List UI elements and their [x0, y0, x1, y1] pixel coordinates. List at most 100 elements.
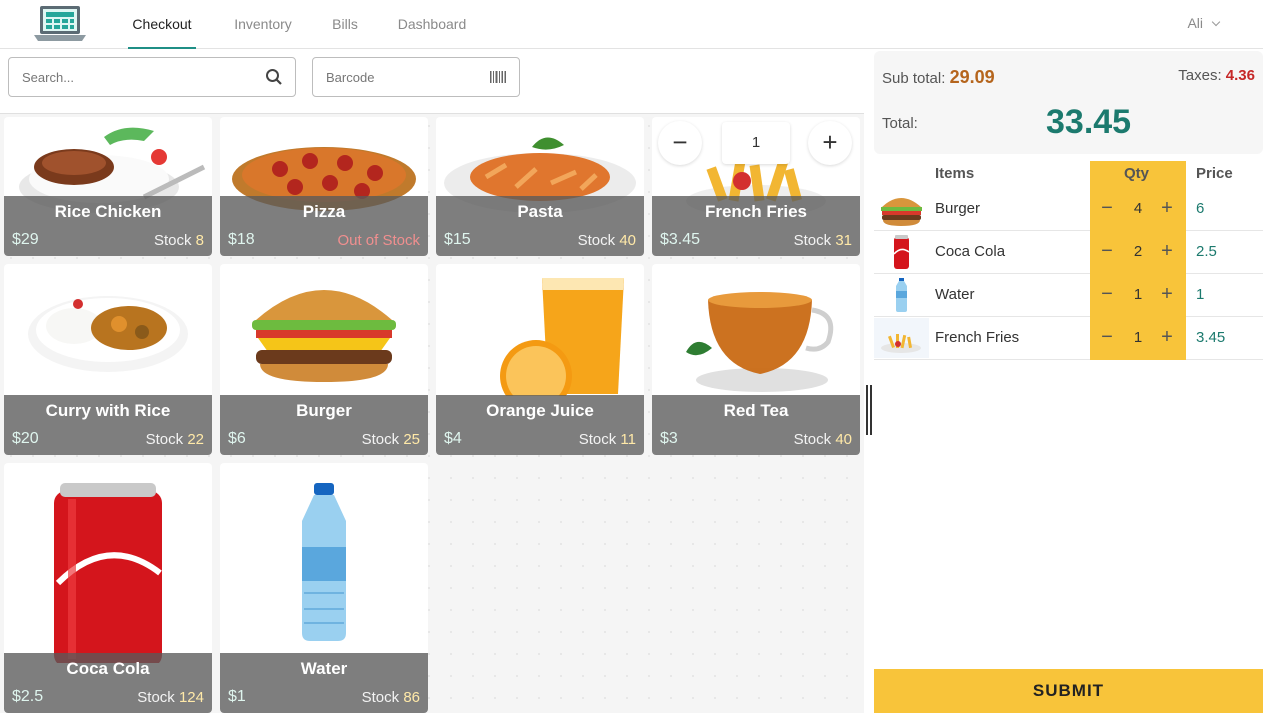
- burger-image: [252, 290, 396, 382]
- cart-row-coca-cola: Coca Cola − 2 + 2.5: [874, 231, 1263, 274]
- product-card-pizza[interactable]: Pizza $18 Out of Stock: [220, 117, 428, 256]
- barcode-icon[interactable]: [489, 68, 507, 86]
- subtotal-label: Sub total:: [882, 70, 946, 87]
- item-qty: 1: [1133, 329, 1143, 346]
- product-card-water[interactable]: Water $1 Stock 86: [220, 463, 428, 713]
- burger-thumbnail: [881, 198, 922, 226]
- increment-button[interactable]: +: [808, 121, 852, 165]
- product-card-orange-juice[interactable]: Orange Juice $4 Stock 11: [436, 264, 644, 455]
- product-price: $4: [444, 430, 462, 447]
- tab-checkout[interactable]: Checkout: [128, 0, 196, 49]
- barcode-input[interactable]: [313, 58, 478, 96]
- product-stock: Stock 124: [137, 689, 204, 706]
- stock-label: Stock: [153, 232, 192, 249]
- qty-increment-button[interactable]: +: [1156, 197, 1178, 219]
- product-card-curry-with-rice[interactable]: Curry with Rice $20 Stock 22: [4, 264, 212, 455]
- product-stock: Stock 31: [794, 232, 852, 249]
- product-stock: Out of Stock: [337, 232, 420, 249]
- stock-label: Stock: [578, 431, 617, 448]
- decrement-button[interactable]: −: [658, 121, 702, 165]
- search-box: [8, 57, 296, 97]
- product-info-overlay: Red Tea $3 Stock 40: [652, 395, 860, 455]
- taxes-value: 4.36: [1225, 67, 1255, 84]
- product-info-overlay: Water $1 Stock 86: [220, 653, 428, 713]
- total-value: 33.45: [1046, 103, 1132, 141]
- item-price: 3.45: [1196, 329, 1226, 346]
- search-toolbar: [0, 49, 864, 114]
- product-card-coca-cola[interactable]: Coca Cola $2.5 Stock 124: [4, 463, 212, 713]
- orange-juice-image: [500, 278, 624, 396]
- product-name: Rice Chicken: [54, 202, 162, 221]
- product-stock: Stock 8: [154, 232, 204, 249]
- cart-row-water: Water − 1 + 1: [874, 274, 1263, 317]
- coca-cola-thumbnail: [893, 235, 910, 269]
- qty-decrement-button[interactable]: −: [1096, 197, 1118, 219]
- user-name: Ali: [1187, 15, 1203, 31]
- product-card-rice-chicken[interactable]: Rice Chicken $29 Stock 8: [4, 117, 212, 256]
- qty-decrement-button[interactable]: −: [1096, 283, 1118, 305]
- subtotal-value: 29.09: [949, 67, 995, 87]
- stock-count: 124: [178, 689, 204, 706]
- stock-count: 40: [835, 431, 852, 448]
- cart-row-french-fries: French Fries − 1 + 3.45: [874, 317, 1263, 360]
- total-label: Total:: [882, 115, 918, 132]
- qty-increment-button[interactable]: +: [1156, 326, 1178, 348]
- product-card-red-tea[interactable]: Red Tea $3 Stock 40: [652, 264, 860, 455]
- taxes-label: Taxes:: [1178, 67, 1222, 84]
- qty-increment-button[interactable]: +: [1156, 283, 1178, 305]
- item-name: Water: [935, 286, 975, 303]
- submit-button[interactable]: SUBMIT: [874, 669, 1263, 713]
- item-name: Coca Cola: [935, 243, 1006, 260]
- product-info-overlay: Pizza $18 Out of Stock: [220, 196, 428, 256]
- stock-count: 25: [403, 431, 420, 448]
- tab-dashboard[interactable]: Dashboard: [394, 0, 470, 49]
- product-name: Curry with Rice: [45, 401, 171, 420]
- item-price: 6: [1196, 200, 1205, 217]
- subtotal: Sub total: 29.09: [882, 67, 995, 88]
- product-name: Pizza: [302, 202, 346, 221]
- item-qty: 1: [1133, 286, 1143, 303]
- product-name: French Fries: [704, 202, 808, 221]
- column-price: Price: [1196, 165, 1233, 182]
- product-price: $3.45: [660, 231, 701, 248]
- tab-inventory[interactable]: Inventory: [228, 0, 298, 49]
- product-stock: Stock 40: [794, 431, 852, 448]
- search-icon[interactable]: [265, 68, 283, 86]
- user-menu[interactable]: Ali: [1187, 15, 1221, 31]
- product-name: Coca Cola: [66, 659, 150, 678]
- product-name: Pasta: [517, 202, 563, 221]
- product-card-burger[interactable]: Burger $6 Stock 25: [220, 264, 428, 455]
- item-price: 1: [1196, 286, 1205, 303]
- qty-decrement-button[interactable]: −: [1096, 240, 1118, 262]
- product-price: $18: [228, 231, 255, 248]
- product-stock: Stock 25: [362, 431, 420, 448]
- product-stock: Stock 86: [362, 689, 420, 706]
- tab-bills[interactable]: Bills: [328, 0, 362, 49]
- item-name: French Fries: [935, 329, 1020, 346]
- cart-row-burger: Burger − 4 + 6: [874, 188, 1263, 231]
- curry-image: [28, 296, 188, 372]
- product-info-overlay: Pasta $15 Stock 40: [436, 196, 644, 256]
- product-info-overlay: Burger $6 Stock 25: [220, 395, 428, 455]
- search-input[interactable]: [9, 58, 238, 96]
- product-price: $29: [12, 231, 39, 248]
- qty-decrement-button[interactable]: −: [1096, 326, 1118, 348]
- stock-count: 22: [187, 431, 204, 448]
- product-info-overlay: French Fries $3.45 Stock 31: [652, 196, 860, 256]
- item-price: 2.5: [1196, 243, 1217, 260]
- qty-increment-button[interactable]: +: [1156, 240, 1178, 262]
- product-price: $20: [12, 430, 39, 447]
- stock-count: 11: [620, 431, 636, 448]
- pos-terminal-logo-icon[interactable]: [32, 5, 88, 43]
- stock-count: 86: [403, 689, 420, 706]
- product-card-pasta[interactable]: Pasta $15 Stock 40: [436, 117, 644, 256]
- product-price: $15: [444, 231, 471, 248]
- taxes: Taxes: 4.36: [1178, 67, 1255, 84]
- panel-resize-handle[interactable]: [866, 385, 872, 435]
- top-navigation-bar: Checkout Inventory Bills Dashboard Ali: [0, 0, 1263, 49]
- quantity-display: 1: [722, 122, 790, 164]
- product-price: $3: [660, 430, 678, 447]
- french-fries-thumbnail: [874, 318, 929, 358]
- column-items: Items: [935, 165, 975, 182]
- card-quantity-control: − 1 +: [652, 117, 860, 177]
